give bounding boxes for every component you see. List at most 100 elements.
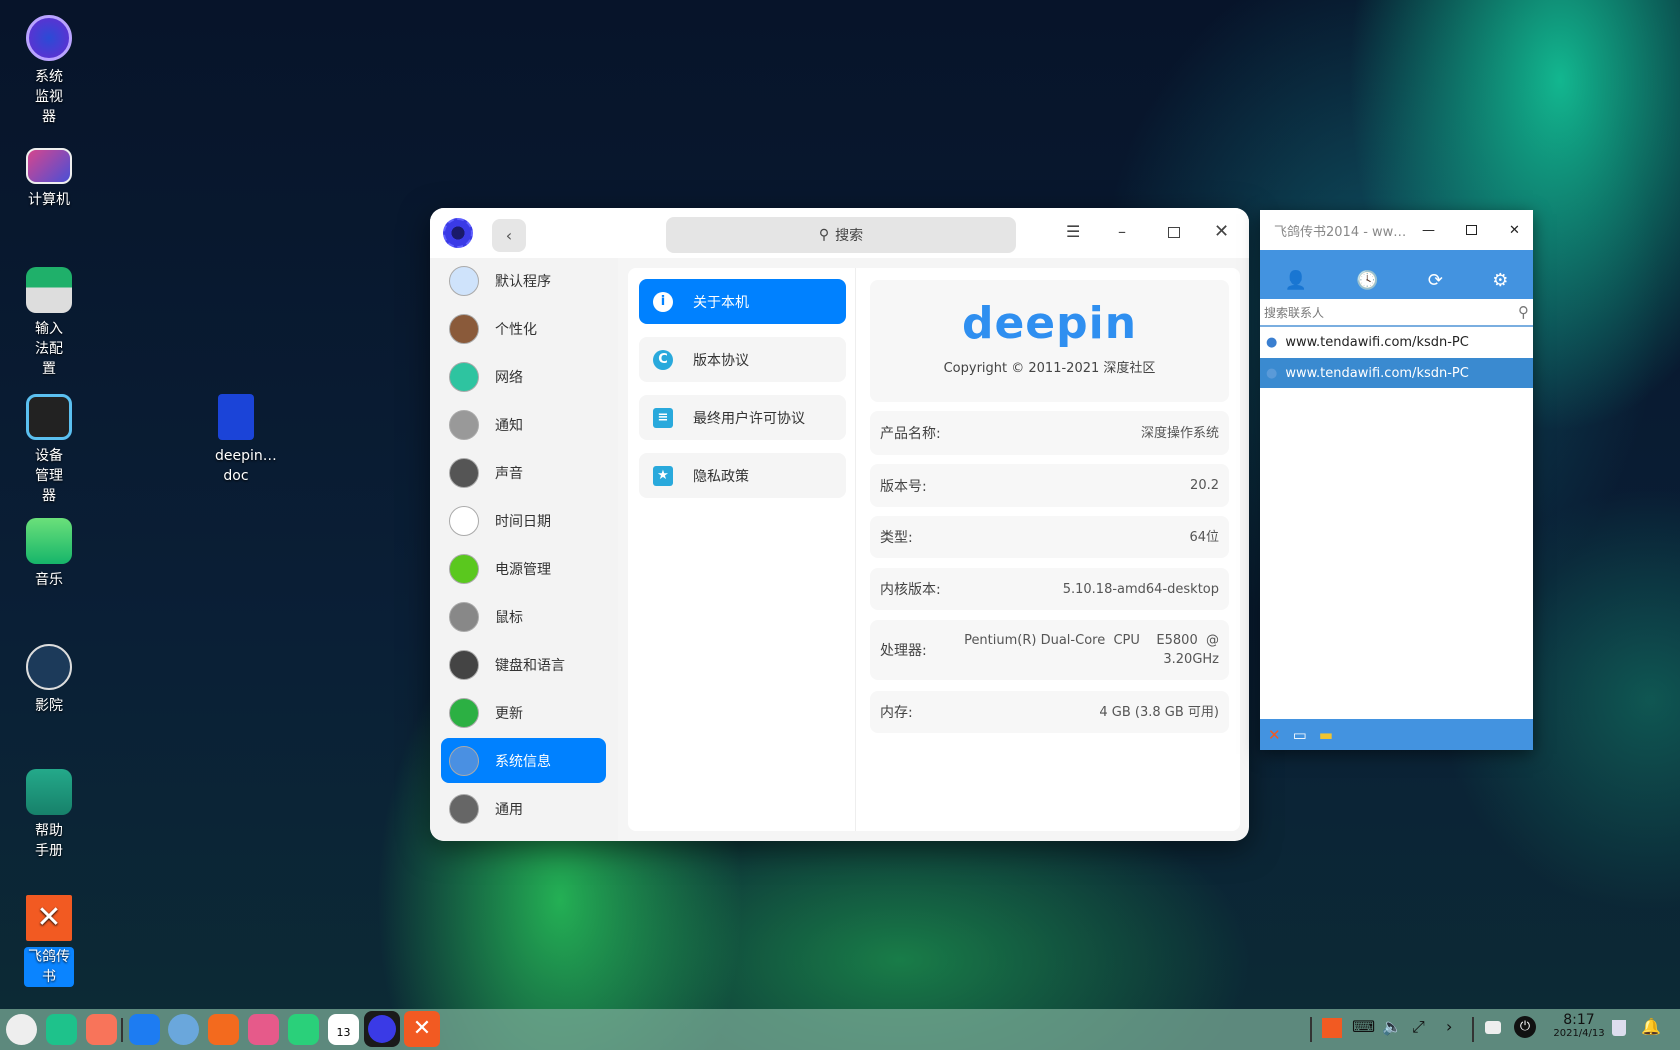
launcher-icon[interactable] bbox=[6, 1014, 37, 1045]
feige-logo-icon[interactable]: ✕ bbox=[1268, 726, 1281, 744]
network-icon[interactable]: ⤢ bbox=[1412, 1017, 1425, 1037]
sidebar-item-sound[interactable]: 声音 bbox=[441, 450, 606, 495]
info-row: 内存: 4 GB (3.8 GB 可用) bbox=[870, 691, 1229, 733]
desktop-icon-input-method[interactable]: 输入法配置 bbox=[4, 267, 94, 379]
system-info-icon bbox=[449, 745, 479, 776]
copyright-text: Copyright © 2011-2021 深度社区 bbox=[943, 361, 1156, 376]
trash-icon[interactable] bbox=[1612, 1020, 1626, 1036]
info-label: 内核版本: bbox=[880, 582, 941, 598]
control-center-logo-icon bbox=[443, 218, 473, 248]
sidebar-item-datetime[interactable]: 时间日期 bbox=[441, 498, 606, 543]
settings-icon[interactable]: ⚙ bbox=[1492, 270, 1508, 291]
minimize-button[interactable]: – bbox=[1118, 222, 1126, 241]
file-manager-icon[interactable] bbox=[129, 1014, 160, 1045]
movie-icon bbox=[26, 644, 72, 690]
browser-icon[interactable] bbox=[168, 1014, 199, 1045]
taskbar: 13 ✕ ⌨ 🔈 ⤢ › ⏻ 8:17 2021/4/13 🔔 bbox=[0, 1009, 1680, 1050]
info-value: 4 GB (3.8 GB 可用) bbox=[1099, 704, 1219, 720]
expand-tray-icon[interactable]: › bbox=[1446, 1017, 1452, 1036]
feige-tabs: 👤 🕓 ⟳ ⚙ bbox=[1260, 250, 1533, 299]
menu-eula[interactable]: ≡ 最终用户许可协议 bbox=[639, 395, 846, 440]
sidebar-item-general[interactable]: 通用 bbox=[441, 786, 606, 831]
sidebar-item-update[interactable]: 更新 bbox=[441, 690, 606, 735]
info-label: 内存: bbox=[880, 705, 913, 721]
back-button[interactable]: ‹ bbox=[492, 219, 526, 252]
power-icon[interactable]: ⏻ bbox=[1514, 1016, 1536, 1038]
menu-button[interactable]: ☰ bbox=[1066, 222, 1080, 241]
feige-window: 飞鸽传书2014 - ww… — ✕ 👤 🕓 ⟳ ⚙ 搜索联系人 ⚲ ● www.tend… bbox=[1260, 210, 1533, 750]
eula-icon: ≡ bbox=[653, 407, 673, 428]
sidebar-item-notification[interactable]: 通知 bbox=[441, 402, 606, 447]
menu-edition-license[interactable]: C 版本协议 bbox=[639, 337, 846, 382]
deepin-logo: deepin bbox=[961, 298, 1138, 349]
control-center-taskbar-icon[interactable] bbox=[364, 1011, 400, 1047]
search-input[interactable]: ⚲ 搜索 bbox=[666, 217, 1016, 253]
contact-item[interactable]: ● www.tendawifi.com/ksdn-PC bbox=[1260, 327, 1533, 358]
music-icon[interactable] bbox=[288, 1014, 319, 1045]
feige-minimize-button[interactable]: — bbox=[1422, 223, 1435, 238]
workspace-icon[interactable] bbox=[86, 1014, 117, 1045]
close-button[interactable]: ✕ bbox=[1214, 221, 1229, 242]
sidebar-item-mouse[interactable]: 鼠标 bbox=[441, 594, 606, 639]
calendar-icon[interactable]: 13 bbox=[328, 1014, 359, 1045]
message-icon[interactable]: ▭ bbox=[1293, 726, 1307, 744]
edition-license-icon: C bbox=[653, 349, 673, 370]
clock[interactable]: 8:17 2021/4/13 bbox=[1544, 1012, 1614, 1039]
feige-close-button[interactable]: ✕ bbox=[1509, 223, 1520, 238]
desktop-icon-manual[interactable]: 帮助手册 bbox=[4, 769, 94, 861]
keyboard-icon bbox=[26, 267, 72, 313]
feige-maximize-button[interactable] bbox=[1466, 225, 1477, 235]
desktop-icon-system-monitor[interactable]: 系统监视器 bbox=[4, 15, 94, 127]
refresh-icon[interactable]: ⟳ bbox=[1428, 270, 1443, 291]
maximize-button[interactable] bbox=[1168, 227, 1180, 238]
privacy-policy-icon: ★ bbox=[653, 465, 673, 486]
desktop-icon-computer[interactable]: 计算机 bbox=[4, 144, 94, 210]
search-icon: ⚲ bbox=[1518, 303, 1529, 321]
sound-icon bbox=[449, 457, 479, 488]
contact-item-selected[interactable]: ● www.tendawifi.com/ksdn-PC bbox=[1260, 358, 1533, 388]
multitasking-icon[interactable] bbox=[46, 1014, 77, 1045]
onscreen-keyboard-icon[interactable] bbox=[1485, 1021, 1501, 1034]
datetime-icon bbox=[449, 505, 479, 536]
sidebar-item-network[interactable]: 网络 bbox=[441, 354, 606, 399]
image-viewer-icon[interactable] bbox=[248, 1014, 279, 1045]
app-store-icon[interactable] bbox=[208, 1014, 239, 1045]
desktop-icon-device-manager[interactable]: 设备管理器 bbox=[4, 394, 94, 506]
feige-taskbar-icon[interactable]: ✕ bbox=[404, 1011, 440, 1047]
feige-icon: ✕ bbox=[26, 895, 72, 941]
sidebar-item-personalization[interactable]: 个性化 bbox=[441, 306, 606, 351]
info-label: 版本号: bbox=[880, 478, 927, 495]
info-label: 类型: bbox=[880, 530, 913, 546]
sidebar-item-keyboard[interactable]: 键盘和语言 bbox=[441, 642, 606, 687]
sidebar-item-default-apps[interactable]: 默认程序 bbox=[441, 258, 606, 303]
notification-icon bbox=[449, 409, 479, 440]
feige-tray-icon[interactable] bbox=[1322, 1018, 1342, 1038]
folder-icon[interactable]: ▬ bbox=[1319, 726, 1333, 744]
default-apps-icon bbox=[449, 265, 479, 296]
info-value: 5.10.18-amd64-desktop bbox=[1062, 581, 1219, 597]
desktop-icon-music[interactable]: 音乐 bbox=[4, 518, 94, 590]
sidebar-item-power[interactable]: 电源管理 bbox=[441, 546, 606, 591]
info-row: 类型: 64位 bbox=[870, 516, 1229, 558]
sidebar-item-system-info[interactable]: 系统信息 bbox=[441, 738, 606, 783]
desktop-file-deepin-doc[interactable]: deepin…doc bbox=[191, 394, 281, 486]
info-row: 处理器: Pentium(R) Dual-Core CPU E5800 @ 3.20… bbox=[870, 620, 1229, 680]
manual-icon bbox=[26, 769, 72, 815]
contact-search-input[interactable]: 搜索联系人 ⚲ bbox=[1260, 299, 1533, 327]
desktop-icon-feige[interactable]: ✕ 飞鸽传书 bbox=[4, 895, 94, 987]
info-row: 版本号: 20.2 bbox=[870, 464, 1229, 507]
network-icon bbox=[449, 361, 479, 392]
info-row: 内核版本: 5.10.18-amd64-desktop bbox=[870, 568, 1229, 610]
recent-contacts-tab-icon[interactable]: 🕓 bbox=[1356, 270, 1378, 291]
user-icon: ● bbox=[1266, 365, 1278, 381]
notification-bell-icon[interactable]: 🔔 bbox=[1641, 1017, 1661, 1036]
info-label: 产品名称: bbox=[880, 426, 941, 442]
volume-icon[interactable]: 🔈 bbox=[1382, 1017, 1402, 1036]
menu-about-this-pc[interactable]: i 关于本机 bbox=[639, 279, 846, 324]
desktop-icon-movie[interactable]: 影院 bbox=[4, 644, 94, 716]
menu-privacy-policy[interactable]: ★ 隐私政策 bbox=[639, 453, 846, 498]
device-manager-icon bbox=[26, 394, 72, 440]
contacts-tab-icon[interactable]: 👤 bbox=[1285, 270, 1307, 291]
sidebar: 默认程序 个性化 网络 通知 声音 时间日期 电源管理 鼠标 键盘和语言 更新 系统信息 通用 bbox=[430, 258, 618, 841]
keyboard-layout-icon[interactable]: ⌨ bbox=[1352, 1017, 1375, 1036]
